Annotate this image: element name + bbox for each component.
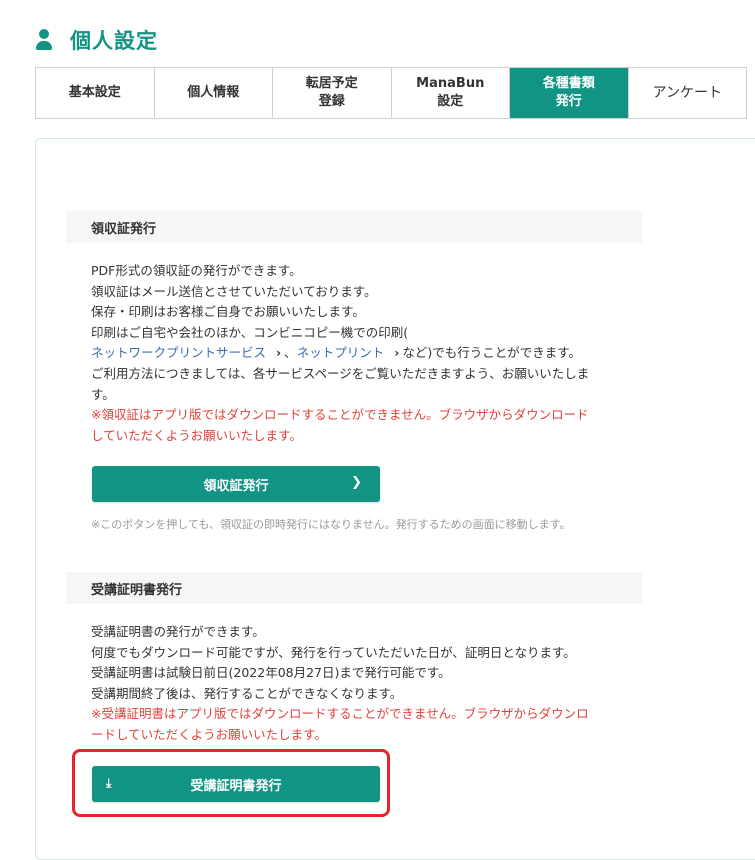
settings-tabs: 基本設定 個人情報 転居予定 登録 ManaBun 設定 各種書類 発行 アンケ… bbox=[35, 67, 747, 119]
text-line: 受講証明書の発行ができます。 bbox=[91, 624, 265, 639]
text-line: 受講期間終了後は、発行することができなくなります。 bbox=[91, 685, 403, 701]
button-label: 領収証発行 bbox=[203, 478, 269, 494]
network-print-link[interactable]: ネットワークプリントサービス bbox=[91, 345, 266, 360]
tab-survey[interactable]: アンケート bbox=[628, 68, 746, 118]
warning-text: ※受講証明書はアプリ版ではダウンロードすることができません。ブラウザからダウンロ bbox=[91, 706, 589, 722]
warning-text: ※領収証はアプリ版ではダウンロードすることができません。ブラウザからダウンロード bbox=[91, 407, 589, 423]
tab-label: ManaBun 設定 bbox=[416, 76, 485, 109]
chevron-right-icon: ❯ bbox=[351, 475, 362, 490]
separator: 、 bbox=[284, 345, 297, 361]
text-line: 受講証明書は試験日前日(2022年08月27日)まで発行可能です。 bbox=[91, 665, 451, 681]
tab-basic-settings[interactable]: 基本設定 bbox=[36, 68, 155, 118]
person-icon bbox=[36, 29, 52, 51]
netprint-link[interactable]: ネットプリント bbox=[297, 345, 385, 360]
chevron-right-icon: › bbox=[276, 345, 282, 361]
page-header: 個人設定 bbox=[36, 24, 158, 56]
text-line: 印刷はご自宅や会社のほか、コンビニコピー機での印刷( bbox=[91, 324, 409, 340]
tab-label: 各種書類 発行 bbox=[542, 76, 595, 109]
tab-label: 転居予定 登録 bbox=[305, 76, 358, 109]
tab-personal-info[interactable]: 個人情報 bbox=[154, 68, 273, 118]
service-links-line: ネットワークプリントサービス › 、ネットプリント › など)でも行うことができます。 bbox=[91, 343, 621, 364]
text-line: 保存・印刷はお客様ご自身でお願いいたします。 bbox=[91, 304, 365, 320]
text-line: 領収証はメール送信とさせていただいております。 bbox=[91, 283, 377, 299]
highlight-frame bbox=[72, 749, 390, 817]
receipt-description: PDF形式の領収証の発行ができます。 領収証はメール送信とさせていただいておりま… bbox=[91, 261, 621, 446]
certificate-description: 受講証明書の発行ができます。 何度でもダウンロード可能ですが、発行を行っていただ… bbox=[91, 622, 621, 746]
warning-text: ードしていただくようお願いいたします。 bbox=[91, 726, 327, 742]
receipt-heading: 領収証発行 bbox=[66, 211, 642, 243]
tab-label: 個人情報 bbox=[187, 85, 240, 100]
tab-label: アンケート bbox=[652, 85, 722, 101]
text-line: など)でも行うことができます。 bbox=[402, 345, 581, 361]
issue-receipt-button[interactable]: 領収証発行 ❯ bbox=[92, 466, 380, 502]
tab-relocation[interactable]: 転居予定 登録 bbox=[273, 68, 392, 118]
text-line: PDF形式の領収証の発行ができます。 bbox=[91, 263, 302, 278]
text-line: 何度でもダウンロード可能ですが、発行を行っていただいた日が、証明日となります。 bbox=[91, 644, 576, 660]
tab-documents[interactable]: 各種書類 発行 bbox=[510, 68, 629, 118]
certificate-heading: 受講証明書発行 bbox=[66, 572, 642, 604]
tab-label: 基本設定 bbox=[68, 85, 121, 100]
chevron-right-icon: › bbox=[394, 345, 400, 361]
text-line: す。 bbox=[91, 386, 115, 402]
warning-text: していただくようお願いいたします。 bbox=[91, 427, 302, 443]
tab-manabun-settings[interactable]: ManaBun 設定 bbox=[391, 68, 510, 118]
page-title: 個人設定 bbox=[70, 29, 158, 53]
receipt-note: ※このボタンを押しても、領収証の即時発行にはなりません。発行するための画面に移動… bbox=[91, 518, 571, 531]
text-line: ご利用方法につきましては、各サービスページをご覧いただきますよう、お願いいたしま bbox=[91, 365, 590, 381]
